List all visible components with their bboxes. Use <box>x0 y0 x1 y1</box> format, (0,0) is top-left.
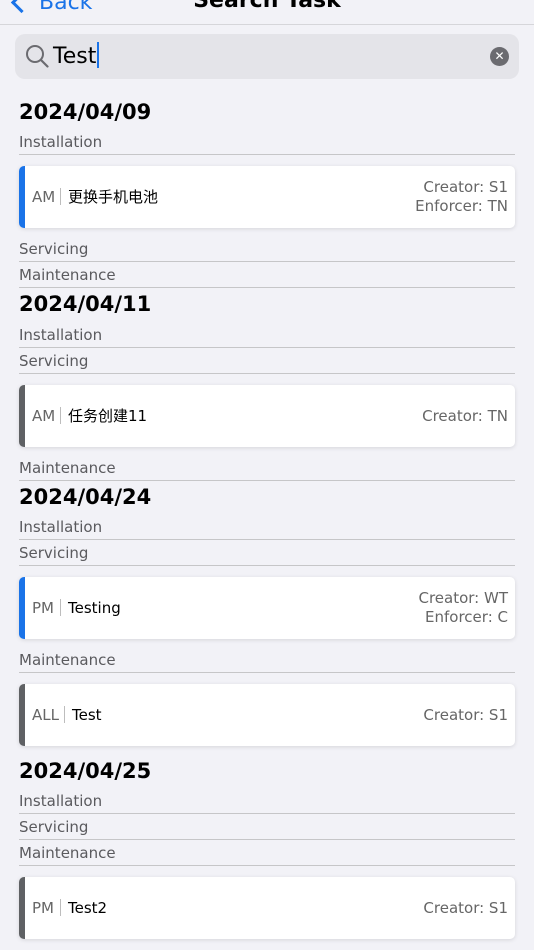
task-status-stripe <box>19 166 25 228</box>
task-name: Test <box>72 706 102 724</box>
divider <box>60 599 61 616</box>
task-status-stripe <box>19 684 25 746</box>
category-installation: Installation <box>19 516 515 540</box>
search-input[interactable]: Test <box>53 34 100 79</box>
section-date: 2024/04/11 <box>19 292 152 316</box>
search-input-value: Test <box>53 44 97 69</box>
task-period: ALL <box>32 706 59 724</box>
task-period: AM <box>32 188 56 206</box>
category-servicing: Servicing <box>19 238 515 262</box>
category-installation: Installation <box>19 131 515 155</box>
task-name: Test2 <box>68 899 108 917</box>
task-card[interactable]: PM Test2 Creator: S1 <box>19 877 515 939</box>
text-cursor <box>97 42 100 68</box>
section-date: 2024/04/24 <box>19 485 152 509</box>
section-date: 2024/04/09 <box>19 100 152 124</box>
task-card[interactable]: ALL Test Creator: S1 <box>19 684 515 746</box>
task-creator: Creator: S1 <box>423 898 508 917</box>
task-status-stripe <box>19 877 25 939</box>
task-name: 任务创建11 <box>68 407 148 425</box>
section-date: 2024/04/25 <box>19 759 152 783</box>
page-title: Search Task <box>193 0 341 13</box>
task-name: 更换手机电池 <box>68 188 159 206</box>
task-creator: Creator: TN <box>422 406 508 425</box>
search-icon <box>26 45 49 68</box>
divider <box>60 899 61 916</box>
clear-search-button[interactable]: ✕ <box>490 47 509 66</box>
task-meta: Creator: S1 <box>423 684 508 746</box>
divider <box>64 706 65 723</box>
category-servicing: Servicing <box>19 350 515 374</box>
navigation-bar: Back Search Task <box>0 0 534 25</box>
task-enforcer: Enforcer: TN <box>415 197 508 215</box>
task-meta: Creator: TN <box>422 385 508 447</box>
task-period: PM <box>32 599 54 617</box>
category-servicing: Servicing <box>19 542 515 566</box>
category-maintenance: Maintenance <box>19 842 515 866</box>
task-creator: Creator: S1 <box>423 705 508 724</box>
category-installation: Installation <box>19 324 515 348</box>
search-bar: Test ✕ <box>15 34 519 79</box>
task-card[interactable]: PM Testing Creator: WT Enforcer: C <box>19 577 515 639</box>
task-creator: Creator: WT <box>418 589 508 607</box>
task-period: PM <box>32 899 54 917</box>
task-status-stripe <box>19 385 25 447</box>
category-installation: Installation <box>19 790 515 814</box>
divider <box>60 407 61 424</box>
task-name: Testing <box>68 599 121 617</box>
close-icon: ✕ <box>494 49 505 63</box>
task-creator: Creator: S1 <box>423 178 508 196</box>
task-meta: Creator: WT Enforcer: C <box>418 577 508 639</box>
category-servicing: Servicing <box>19 816 515 840</box>
task-meta: Creator: S1 Enforcer: TN <box>415 166 508 228</box>
task-card[interactable]: AM 更换手机电池 Creator: S1 Enforcer: TN <box>19 166 515 228</box>
category-maintenance: Maintenance <box>19 264 515 288</box>
divider <box>60 188 61 205</box>
task-enforcer: Enforcer: C <box>425 608 508 626</box>
task-period: AM <box>32 407 56 425</box>
category-maintenance: Maintenance <box>19 457 515 481</box>
category-maintenance: Maintenance <box>19 649 515 673</box>
task-status-stripe <box>19 577 25 639</box>
task-card[interactable]: AM 任务创建11 Creator: TN <box>19 385 515 447</box>
task-meta: Creator: S1 <box>423 877 508 939</box>
